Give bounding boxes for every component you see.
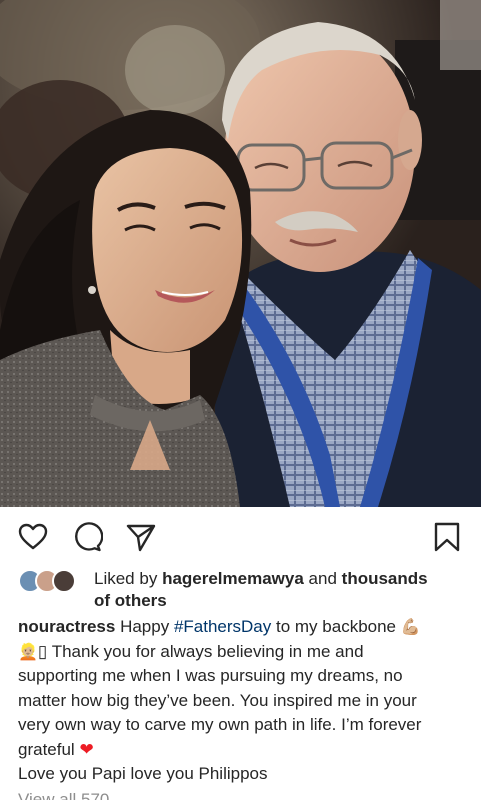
- caption-text: to my backbone: [276, 617, 397, 636]
- likes-conj: and: [308, 569, 337, 588]
- paper-plane-icon[interactable]: [125, 521, 157, 553]
- heart-outline-icon[interactable]: [17, 521, 49, 553]
- post-photo-illustration: [0, 0, 481, 507]
- caption-line-1: nouractress Happy #FathersDay to my back…: [18, 615, 468, 640]
- likes-summary: Liked by hagerelmemawya and thousands of…: [18, 568, 468, 612]
- caption-line-5: very own way to carve my own path in lif…: [18, 715, 422, 734]
- likes-text: Liked by hagerelmemawya and thousands of…: [94, 568, 466, 610]
- caption-line-3: supporting me when I was pursuing my dre…: [18, 666, 403, 685]
- unsupported-glyph: ▯: [37, 641, 48, 661]
- person-emoji: 👱🏼: [18, 643, 38, 661]
- caption-line-7: Love you Papi love you Philippos: [18, 764, 268, 783]
- hashtag-link[interactable]: #FathersDay: [174, 617, 271, 636]
- caption-line-6: grateful ❤: [18, 738, 468, 763]
- red-heart-emoji: ❤: [79, 739, 94, 759]
- comment-bubble-icon[interactable]: [71, 521, 103, 553]
- caption-text: Happy: [120, 617, 170, 636]
- flexed-biceps-emoji: 💪🏼: [400, 619, 421, 636]
- avatar: [52, 569, 76, 593]
- caption-username[interactable]: nouractress: [18, 617, 115, 636]
- likes-others-link[interactable]: thousands: [342, 569, 428, 588]
- likes-prefix: Liked by: [94, 569, 158, 588]
- post-caption: nouractress Happy #FathersDay to my back…: [18, 615, 468, 787]
- caption-text: grateful: [18, 739, 75, 759]
- view-all-comments-link[interactable]: View all 570: [18, 790, 158, 800]
- liker-avatars[interactable]: [18, 569, 90, 593]
- post-photo[interactable]: [0, 0, 481, 507]
- post-actions-bar: [0, 507, 481, 565]
- likes-others-link-cont[interactable]: of others: [94, 590, 167, 612]
- caption-line-2: 👱🏼▯ Thank you for always believing in me…: [18, 640, 468, 665]
- liker-username[interactable]: hagerelmemawya: [162, 569, 304, 588]
- caption-line-4: matter how big they’ve been. You inspire…: [18, 690, 417, 710]
- bookmark-icon[interactable]: [431, 521, 463, 553]
- caption-text: Thank you for always believing in me and: [51, 641, 364, 661]
